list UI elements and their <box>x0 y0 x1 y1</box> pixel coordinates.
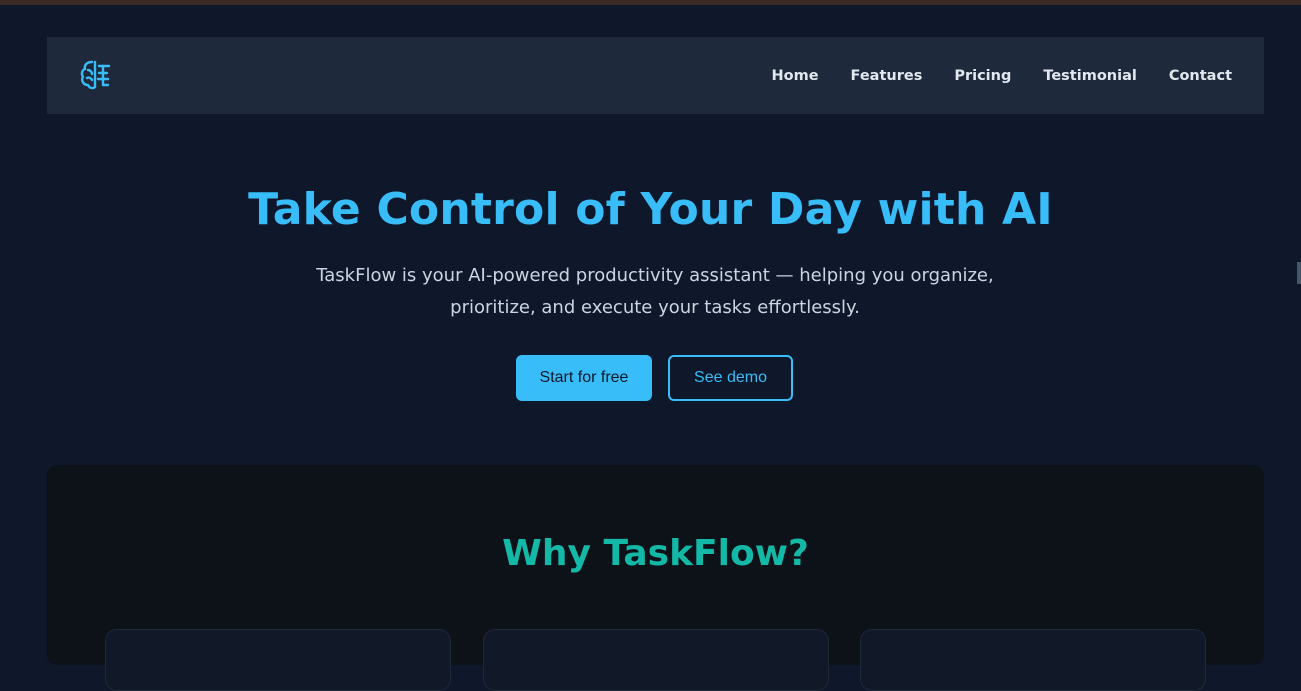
browser-top-strip <box>0 0 1301 5</box>
nav-link-home[interactable]: Home <box>771 68 818 84</box>
why-taskflow-section: Why TaskFlow? <box>47 465 1264 691</box>
nav-link-pricing[interactable]: Pricing <box>954 68 1011 84</box>
nav-links: Home Features Pricing Testimonial Contac… <box>771 37 1232 114</box>
why-taskflow-title: Why TaskFlow? <box>502 533 809 574</box>
scrollbar-handle[interactable] <box>1297 262 1301 284</box>
nav-link-testimonial[interactable]: Testimonial <box>1043 68 1136 84</box>
start-for-free-button[interactable]: Start for free <box>516 355 652 401</box>
see-demo-button[interactable]: See demo <box>668 355 793 401</box>
hero-title: Take Control of Your Day with AI <box>248 184 1053 235</box>
navbar: Home Features Pricing Testimonial Contac… <box>47 37 1264 114</box>
brain-icon[interactable] <box>78 57 114 93</box>
feature-card <box>105 629 451 691</box>
feature-card <box>483 629 829 691</box>
nav-link-contact[interactable]: Contact <box>1169 68 1232 84</box>
feature-card <box>860 629 1206 691</box>
nav-link-features[interactable]: Features <box>851 68 923 84</box>
hero-subtitle: TaskFlow is your AI-powered productivity… <box>316 265 994 318</box>
